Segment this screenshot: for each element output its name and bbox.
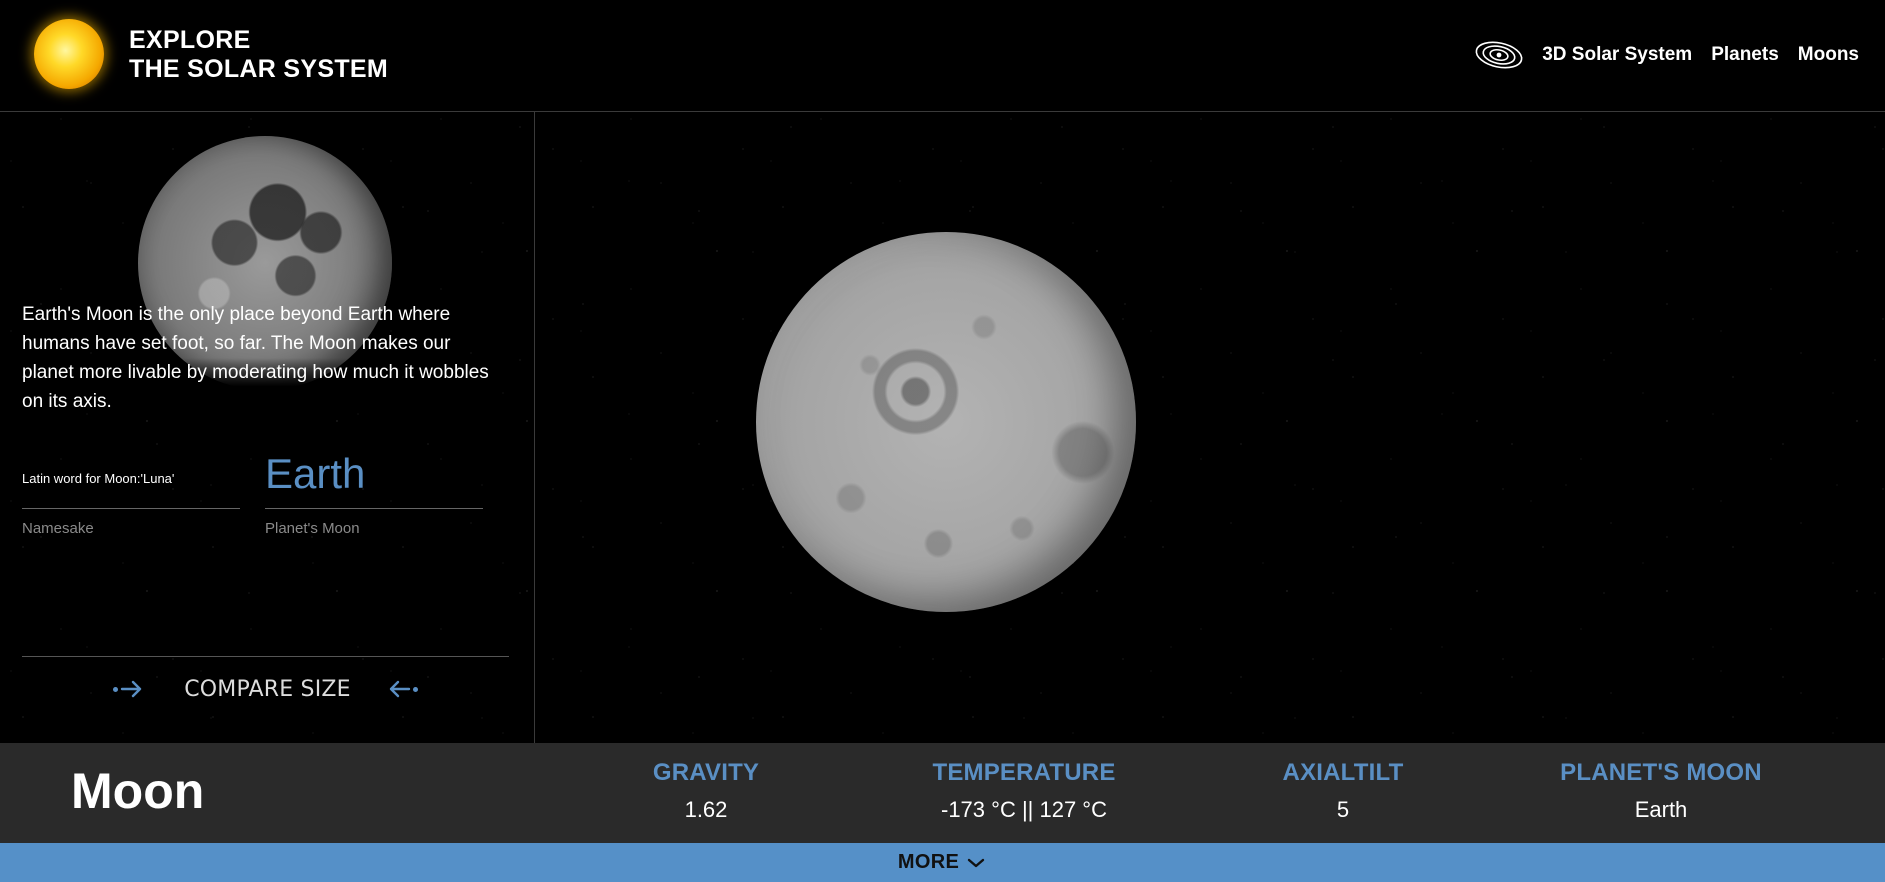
stat-gravity: GRAVITY 1.62 xyxy=(576,759,836,823)
more-button[interactable]: MORE xyxy=(0,843,1885,882)
fact-planets-moon: Earth Planet's Moon xyxy=(265,450,483,537)
site-title[interactable]: EXPLORE THE SOLAR SYSTEM xyxy=(129,26,388,84)
stat-value: 5 xyxy=(1336,797,1350,822)
site-title-line1: EXPLORE xyxy=(129,26,251,54)
nav-3d-solar-system[interactable]: 3D Solar System xyxy=(1542,44,1692,66)
moon-description: Earth's Moon is the only place beyond Ea… xyxy=(22,304,489,412)
planets-moon-label: Planet's Moon xyxy=(265,520,360,537)
info-sidebar: Earth's Moon is the only place beyond Ea… xyxy=(0,112,535,743)
arrow-right-icon xyxy=(113,679,144,699)
nav-planets[interactable]: Planets xyxy=(1711,44,1779,66)
stat-label: GRAVITY xyxy=(652,759,760,786)
chevron-down-icon xyxy=(967,858,985,867)
arrow-left-icon xyxy=(387,679,418,699)
site-header: EXPLORE THE SOLAR SYSTEM 3D Solar System… xyxy=(0,0,1885,112)
namesake-value: Latin word for Moon:'Luna' xyxy=(22,471,175,486)
more-label: MORE xyxy=(897,851,960,873)
compare-size-label: COMPARE SIZE xyxy=(184,676,351,702)
stat-value: 1.62 xyxy=(684,797,728,822)
compare-divider xyxy=(22,656,509,657)
stat-value[interactable]: Earth xyxy=(1531,797,1791,823)
moon-3d-view[interactable] xyxy=(756,232,1136,612)
body-name: Moon xyxy=(71,763,205,819)
stat-label: PLANET'S MOON xyxy=(1560,759,1762,786)
compare-size-button[interactable]: COMPARE SIZE xyxy=(22,667,509,711)
orbits-icon[interactable] xyxy=(1474,35,1524,75)
stat-value: -173 °C || 127 °C xyxy=(941,797,1107,822)
stat-temperature: TEMPERATURE -173 °C || 127 °C xyxy=(894,759,1154,823)
fact-namesake: Latin word for Moon:'Luna' Namesake xyxy=(22,458,240,537)
stats-bar: Moon GRAVITY 1.62 TEMPERATURE -173 °C ||… xyxy=(0,743,1885,843)
planets-moon-value[interactable]: Earth xyxy=(265,450,365,498)
sun-icon[interactable] xyxy=(34,19,104,89)
main-nav: 3D Solar System Planets Moons xyxy=(1474,34,1859,76)
namesake-label: Namesake xyxy=(22,520,94,537)
stat-label: AXIALTILT xyxy=(1282,759,1404,786)
stat-planets-moon: PLANET'S MOON Earth xyxy=(1531,759,1791,823)
site-title-line2: THE SOLAR SYSTEM xyxy=(129,55,388,83)
stat-axial-tilt: AXIALTILT 5 xyxy=(1213,759,1473,823)
nav-moons[interactable]: Moons xyxy=(1798,44,1859,66)
stat-label: TEMPERATURE xyxy=(932,759,1116,786)
